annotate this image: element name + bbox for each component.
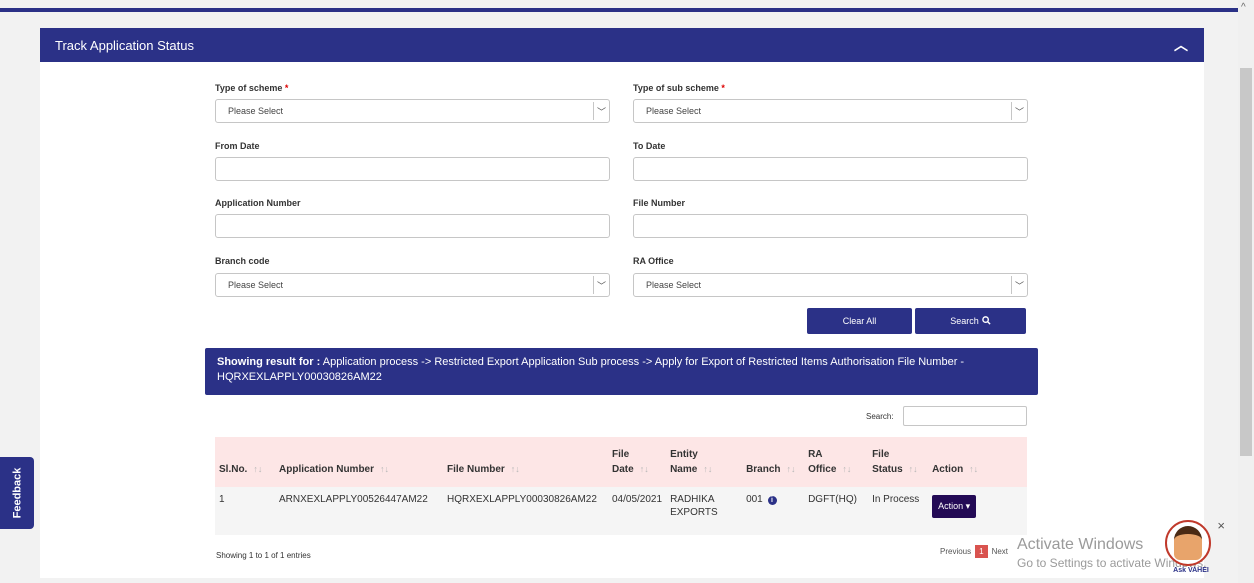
info-icon[interactable]: i (767, 496, 777, 505)
subscheme-select[interactable]: Please Select ﹀ (633, 99, 1028, 123)
action-label: Action (938, 501, 964, 511)
cell-action: Action ▾ (928, 487, 1027, 535)
subscheme-label: Type of sub scheme * (633, 83, 725, 93)
page-scrollbar[interactable]: ^ (1238, 0, 1254, 583)
scroll-up-icon[interactable]: ^ (1241, 2, 1246, 13)
clear-all-label: Clear All (842, 316, 877, 326)
cell-slno: 1 (219, 494, 225, 505)
col-branch[interactable]: Branch ↑↓ (742, 437, 804, 487)
subscheme-select-value: Please Select (646, 106, 702, 116)
assistant-face-icon (1174, 526, 1202, 560)
table-search-label: Search: (866, 412, 894, 421)
scrollbar-thumb[interactable] (1240, 68, 1252, 456)
card-title: Track Application Status (55, 37, 194, 53)
branch-value: 001 (746, 494, 763, 505)
cell-application-number: ARNXEXLAPPLY00526447AM22 (279, 494, 428, 505)
chevron-down-icon: ﹀ (593, 276, 609, 294)
from-date-label: From Date (215, 141, 260, 151)
previous-page-button[interactable]: Previous (940, 547, 971, 556)
current-page-button[interactable]: 1 (975, 545, 988, 558)
next-page-button[interactable]: Next (992, 547, 1008, 556)
app-number-input[interactable] (215, 214, 610, 238)
result-banner: Showing result for : Application process… (205, 348, 1038, 395)
search-button[interactable]: Search (915, 308, 1026, 334)
assistant-name: Ask VAHEI (1173, 567, 1209, 574)
col-slno[interactable]: Sl.No. ↑↓ (215, 437, 275, 487)
col-entity-name[interactable]: Entity Name ↑↓ (666, 437, 742, 487)
cell-branch: 001 i (742, 487, 804, 535)
feedback-label: Feedback (11, 467, 23, 519)
cell-file-status: In Process (872, 494, 920, 505)
action-dropdown-button[interactable]: Action ▾ (932, 495, 977, 518)
card-header[interactable]: Track Application Status ︿ (40, 28, 1204, 62)
chevron-up-icon[interactable]: ︿ (1174, 35, 1188, 55)
result-text: Application process -> Restricted Export… (217, 356, 965, 383)
cell-entity-name: RADHIKA EXPORTS (670, 494, 718, 518)
chevron-down-icon: ﹀ (593, 102, 609, 120)
entries-info: Showing 1 to 1 of 1 entries (216, 551, 311, 560)
close-icon[interactable]: × (1217, 518, 1225, 533)
scheme-label: Type of scheme * (215, 83, 289, 93)
branch-label: Branch code (215, 256, 270, 266)
cell-ra-office: DGFT(HQ) (808, 494, 857, 505)
ra-office-label: RA Office (633, 256, 674, 266)
table-search-input[interactable] (903, 406, 1027, 426)
col-application-number[interactable]: Application Number ↑↓ (275, 437, 443, 487)
assistant-avatar[interactable] (1165, 520, 1211, 566)
result-prefix: Showing result for : (217, 356, 321, 368)
assistant-widget[interactable]: × Ask VAHEI (1165, 518, 1225, 582)
col-file-status[interactable]: File Status ↑↓ (868, 437, 928, 487)
file-number-input[interactable] (633, 214, 1028, 238)
cell-file-number: HQRXEXLAPPLY00030826AM22 (447, 494, 597, 505)
table-row: 1 ARNXEXLAPPLY00526447AM22 HQRXEXLAPPLY0… (215, 487, 1027, 535)
col-ra-office[interactable]: RA Office ↑↓ (804, 437, 868, 487)
cell-file-date: 04/05/2021 (612, 494, 663, 505)
scheme-select-value: Please Select (228, 106, 284, 116)
scheme-select[interactable]: Please Select ﹀ (215, 99, 610, 123)
col-file-number[interactable]: File Number ↑↓ (443, 437, 608, 487)
feedback-tab[interactable]: Feedback (0, 457, 34, 529)
to-date-input[interactable] (633, 157, 1028, 181)
branch-select-value: Please Select (228, 280, 284, 290)
search-label: Search (950, 316, 979, 326)
search-icon (981, 315, 991, 327)
ra-office-select-value: Please Select (646, 280, 702, 290)
top-border (0, 8, 1238, 12)
chevron-down-icon: ﹀ (1011, 102, 1027, 120)
app-number-label: Application Number (215, 198, 301, 208)
col-file-date[interactable]: File Date ↑↓ (608, 437, 666, 487)
caret-down-icon: ▾ (965, 501, 971, 511)
col-action[interactable]: Action ↑↓ (928, 437, 1027, 487)
file-number-label: File Number (633, 198, 686, 208)
ra-office-select[interactable]: Please Select ﹀ (633, 273, 1028, 297)
clear-all-button[interactable]: Clear All (807, 308, 912, 334)
pagination: Previous 1 Next (940, 545, 1008, 558)
table-header-row: Sl.No. ↑↓ Application Number ↑↓ File Numbe… (215, 437, 1027, 487)
branch-select[interactable]: Please Select ﹀ (215, 273, 610, 297)
from-date-input[interactable] (215, 157, 610, 181)
to-date-label: To Date (633, 141, 666, 151)
chevron-down-icon: ﹀ (1011, 276, 1027, 294)
results-table: Sl.No. ↑↓ Application Number ↑↓ File Numbe… (215, 437, 1027, 535)
